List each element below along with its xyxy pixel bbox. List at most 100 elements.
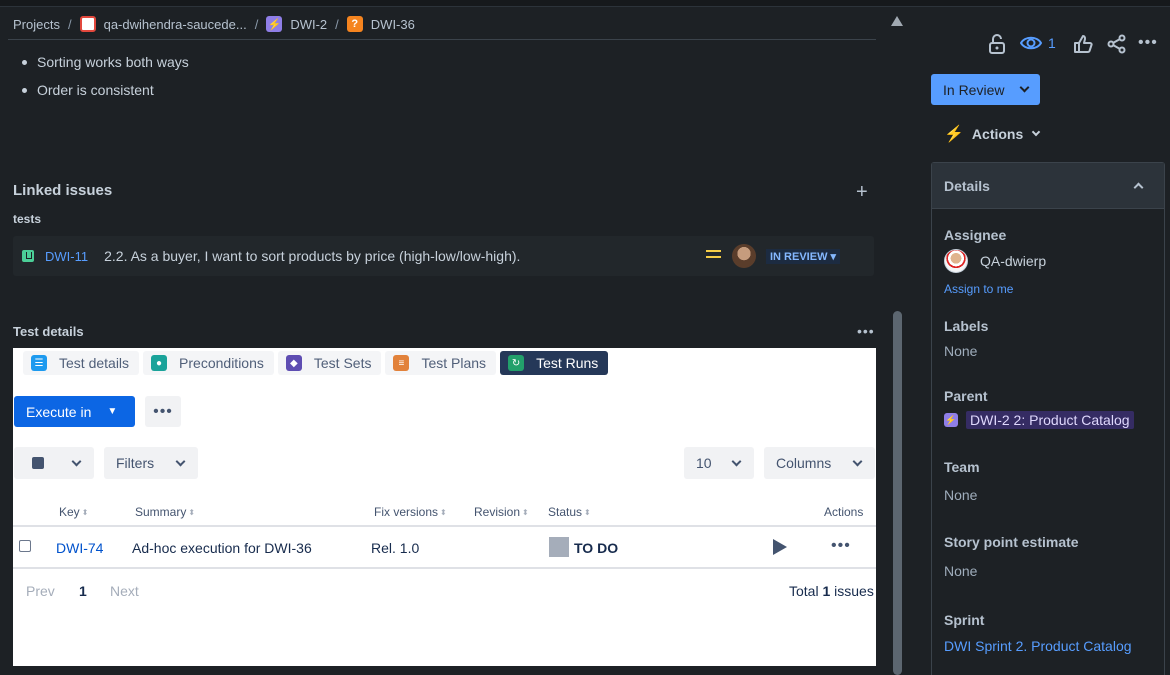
scrollbar-thumb[interactable] — [893, 311, 902, 675]
test-details-panel: ☰ Test details ● Preconditions ◆ Test Se… — [13, 348, 876, 666]
filters-label: Filters — [116, 455, 155, 471]
header-divider — [8, 39, 876, 40]
tab-label: Test details — [59, 355, 130, 371]
precondition-icon: ● — [151, 355, 168, 371]
test-details-more-icon[interactable]: ••• — [857, 323, 875, 339]
row-more-icon[interactable]: ••• — [831, 537, 851, 555]
sort-icon: ⬍ — [188, 507, 196, 517]
description-bullet: Sorting works both ways — [22, 48, 189, 76]
sort-icon: ⬍ — [584, 507, 591, 517]
total-suffix: issues — [834, 583, 874, 599]
chevron-down-icon — [1019, 82, 1030, 93]
sprint-label: Sprint — [944, 612, 985, 628]
tab-label: Test Runs — [536, 355, 599, 371]
test-plan-icon: ≡ — [393, 355, 410, 371]
columns-dropdown[interactable]: Columns — [764, 447, 875, 479]
assignee-label: Assignee — [944, 227, 1007, 243]
execute-in-button[interactable]: Execute in ▼ — [14, 396, 135, 427]
share-icon[interactable] — [1107, 34, 1127, 54]
assign-to-me-link[interactable]: Assign to me — [944, 282, 1013, 296]
breadcrumb-separator: / — [67, 16, 72, 32]
column-header-summary[interactable]: Summary ⬍ — [135, 505, 195, 519]
test-run-key[interactable]: DWI-74 — [56, 540, 103, 556]
breadcrumb-projects[interactable]: Projects — [13, 17, 60, 32]
sort-icon: ⬍ — [81, 507, 89, 517]
more-icon[interactable]: ••• — [1138, 34, 1158, 52]
tab-test-details[interactable]: ☰ Test details — [23, 351, 140, 375]
sort-icon: ⬍ — [440, 507, 447, 517]
watch-button[interactable]: 1 — [1020, 34, 1056, 52]
checkbox-icon — [32, 457, 44, 469]
page-size-select[interactable]: 10 — [684, 447, 754, 479]
linked-issue-key[interactable]: DWI-11 — [45, 249, 88, 264]
breadcrumb-epic[interactable]: DWI-2 — [290, 17, 327, 32]
tab-test-sets[interactable]: ◆ Test Sets — [277, 351, 382, 375]
chevron-down-icon — [852, 456, 863, 466]
column-header-fix-versions[interactable]: Fix versions ⬍ — [374, 505, 447, 519]
sprint-value[interactable]: DWI Sprint 2. Product Catalog — [944, 638, 1132, 654]
list-icon: ☰ — [31, 355, 47, 371]
pager-next[interactable]: Next — [110, 583, 139, 599]
test-details-heading: Test details — [13, 324, 84, 339]
parent-label: Parent — [944, 388, 988, 404]
labels-value[interactable]: None — [944, 343, 977, 359]
actions-dropdown[interactable]: ⚡ Actions — [944, 124, 1053, 144]
pager-prev[interactable]: Prev — [26, 583, 55, 599]
chevron-down-icon — [1032, 127, 1041, 137]
breadcrumb-issue[interactable]: DWI-36 — [371, 17, 415, 32]
tab-label: Test Plans — [421, 355, 487, 371]
parent-field[interactable]: ⚡ DWI-2 2: Product Catalog — [944, 411, 1134, 429]
chevron-down-icon: ▾ — [830, 251, 837, 263]
lightning-icon: ⚡ — [944, 126, 964, 143]
team-value[interactable]: None — [944, 487, 977, 503]
column-header-actions: Actions — [824, 505, 863, 519]
linked-issue-summary: 2.2. As a buyer, I want to sort products… — [104, 248, 521, 264]
story-points-label: Story point estimate — [944, 534, 1079, 550]
row-checkbox[interactable] — [19, 540, 31, 552]
tab-preconditions[interactable]: ● Preconditions — [143, 351, 274, 375]
header-label: Summary — [135, 505, 187, 519]
more-actions-button[interactable]: ••• — [145, 396, 181, 427]
add-linked-issue-icon[interactable]: + — [856, 181, 868, 204]
assignee-field[interactable]: QA-dwierp — [944, 249, 1046, 273]
test-run-fix-version: Rel. 1.0 — [371, 540, 420, 556]
chevron-down-icon — [175, 456, 186, 466]
issue-type-icon: ? — [346, 16, 363, 32]
column-header-revision[interactable]: Revision ⬍ — [474, 505, 529, 519]
column-header-key[interactable]: Key ⬍ — [59, 505, 88, 519]
details-header[interactable]: Details — [932, 163, 1164, 209]
breadcrumb-project[interactable]: qa-dwihendra-saucede... — [104, 17, 247, 32]
eye-icon — [1020, 36, 1042, 50]
status-dropdown-button[interactable]: In Review — [931, 74, 1040, 105]
tab-test-plans[interactable]: ≡ Test Plans — [385, 351, 497, 375]
tab-label: Test Sets — [313, 355, 372, 371]
linked-issue-row[interactable]: DWI-11 2.2. As a buyer, I want to sort p… — [13, 236, 874, 276]
story-points-value[interactable]: None — [944, 563, 977, 579]
parent-value: DWI-2 2: Product Catalog — [966, 411, 1134, 429]
scroll-up-icon[interactable] — [891, 16, 903, 26]
epic-icon: ⚡ — [266, 16, 283, 32]
thumbs-up-icon[interactable] — [1073, 34, 1093, 54]
test-set-icon: ◆ — [285, 355, 302, 371]
linked-issues-heading: Linked issues — [13, 182, 113, 199]
status-color-swatch — [549, 537, 569, 557]
execute-in-label: Execute in — [26, 403, 92, 420]
header-label: Actions — [824, 505, 864, 519]
play-icon[interactable] — [773, 539, 787, 555]
pager-page[interactable]: 1 — [79, 583, 87, 599]
top-bar-edge — [0, 0, 1170, 7]
link-relation-label: tests — [13, 212, 42, 226]
column-header-status[interactable]: Status ⬍ — [548, 505, 591, 519]
lock-icon[interactable] — [988, 34, 1006, 54]
tab-test-runs[interactable]: ↻ Test Runs — [500, 351, 609, 375]
filters-dropdown[interactable]: Filters — [104, 447, 198, 479]
sort-icon: ⬍ — [522, 507, 529, 517]
bulk-select-dropdown[interactable] — [14, 447, 94, 479]
linked-issue-status-dropdown[interactable]: IN REVIEW ▾ — [766, 249, 841, 264]
labels-label: Labels — [944, 318, 989, 334]
breadcrumb-separator: / — [335, 16, 339, 32]
tab-label: Preconditions — [179, 355, 264, 371]
test-tabs: ☰ Test details ● Preconditions ◆ Test Se… — [23, 351, 612, 375]
chevron-down-icon: ▼ — [107, 406, 118, 417]
test-run-icon: ↻ — [508, 355, 525, 371]
